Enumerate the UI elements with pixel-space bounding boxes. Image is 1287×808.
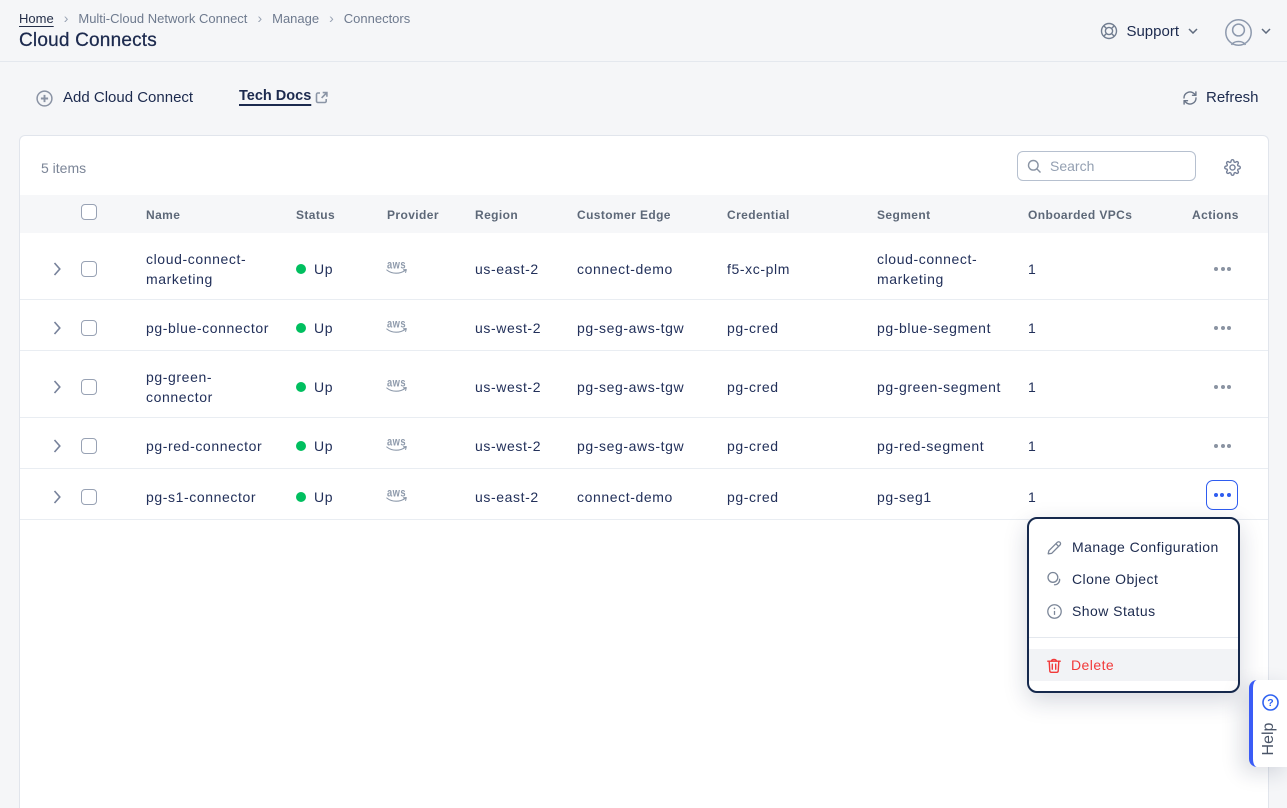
svg-text:?: ?	[1267, 697, 1273, 709]
